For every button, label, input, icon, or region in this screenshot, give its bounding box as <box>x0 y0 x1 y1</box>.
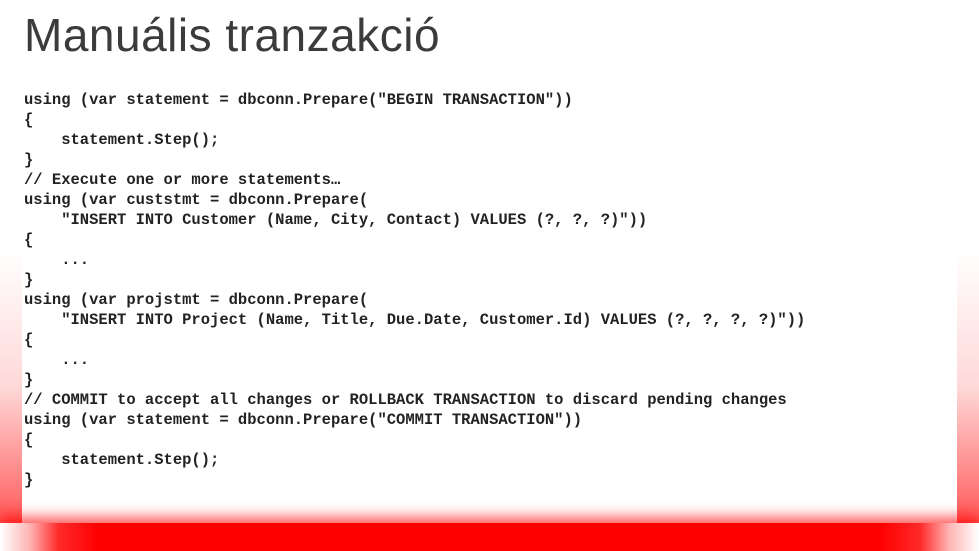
code-line: } <box>24 151 33 169</box>
code-line: "INSERT INTO Project (Name, Title, Due.D… <box>24 311 805 329</box>
code-line: statement.Step(); <box>24 131 219 149</box>
code-line: { <box>24 331 33 349</box>
slide-title: Manuális tranzakció <box>24 8 440 62</box>
code-line: { <box>24 231 33 249</box>
code-line: using (var statement = dbconn.Prepare("C… <box>24 411 582 429</box>
code-line: using (var projstmt = dbconn.Prepare( <box>24 291 368 309</box>
code-line: using (var statement = dbconn.Prepare("B… <box>24 91 573 109</box>
code-line: ... <box>24 251 89 269</box>
code-line: ... <box>24 351 89 369</box>
code-line: // COMMIT to accept all changes or ROLLB… <box>24 391 787 409</box>
code-line: // Execute one or more statements… <box>24 171 340 189</box>
code-line: } <box>24 471 33 489</box>
right-edge-glow <box>957 0 979 551</box>
code-line: { <box>24 431 33 449</box>
code-line: "INSERT INTO Customer (Name, City, Conta… <box>24 211 647 229</box>
code-line: } <box>24 271 33 289</box>
code-line: } <box>24 371 33 389</box>
code-line: statement.Step(); <box>24 451 219 469</box>
presentation-slide: Manuális tranzakció using (var statement… <box>0 0 979 551</box>
bottom-accent-bar <box>0 523 979 551</box>
code-block: using (var statement = dbconn.Prepare("B… <box>24 90 955 490</box>
left-edge-glow <box>0 0 22 551</box>
code-line: { <box>24 111 33 129</box>
code-line: using (var custstmt = dbconn.Prepare( <box>24 191 368 209</box>
